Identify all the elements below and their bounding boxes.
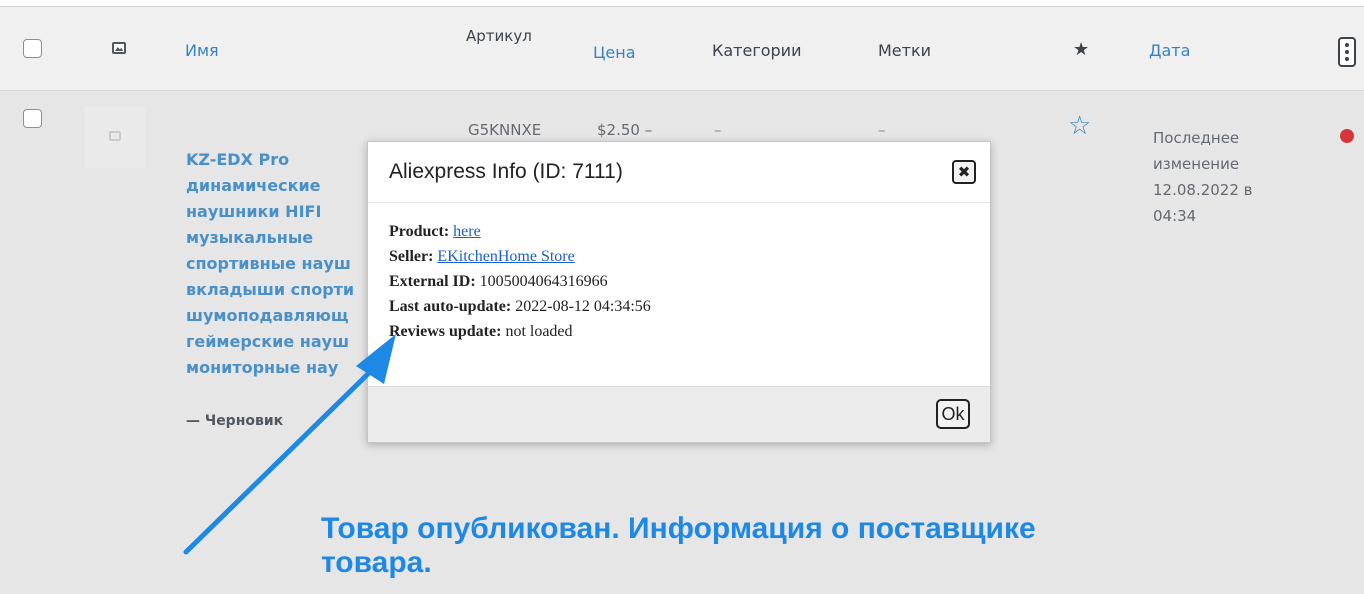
sku-value: G5KNNXE <box>468 121 542 139</box>
close-icon[interactable]: ✖ <box>952 160 976 184</box>
row-checkbox[interactable] <box>23 109 42 128</box>
column-options-icon[interactable] <box>1338 37 1356 67</box>
reviews-line: Reviews update: not loaded <box>389 319 969 344</box>
date-line: изменение <box>1153 155 1240 173</box>
table-header: Имя Артикул Цена Категории Метки ★ Дата <box>0 7 1364 91</box>
placeholder-image-icon <box>109 131 121 141</box>
seller-link[interactable]: EKitchenHome Store <box>437 248 574 265</box>
external-id-value: 1005004064316966 <box>479 273 608 290</box>
star-outline-icon[interactable]: ☆ <box>1068 113 1091 139</box>
external-id-label: External ID: <box>389 273 476 290</box>
seller-label: Seller: <box>389 248 434 265</box>
tags-value: – <box>878 121 886 139</box>
select-all-checkbox[interactable] <box>23 39 42 58</box>
last-update-value: 2022-08-12 04:34:56 <box>515 298 651 315</box>
dialog-footer: Ok <box>368 386 990 442</box>
dialog-header: Aliexpress Info (ID: 7111) ✖ <box>368 142 990 203</box>
reviews-value: not loaded <box>505 323 573 340</box>
column-date[interactable]: Дата <box>1149 41 1190 60</box>
ok-button[interactable]: Ok <box>936 399 970 429</box>
last-update-label: Last auto-update: <box>389 298 512 315</box>
date-value: Последнее изменение 12.08.2022 в 04:34 <box>1153 125 1293 229</box>
dialog-title: Aliexpress Info (ID: 7111) <box>389 160 623 183</box>
product-name-link[interactable]: KZ-EDX Pro динамические наушники HIFI му… <box>186 150 354 377</box>
image-icon <box>112 42 126 54</box>
date-line: 04:34 <box>1153 207 1197 225</box>
draft-status: — Черновик <box>186 413 284 429</box>
column-price[interactable]: Цена <box>593 43 636 62</box>
product-label: Product: <box>389 223 450 240</box>
column-categories: Категории <box>712 41 802 60</box>
product-link[interactable]: here <box>453 223 481 240</box>
date-line: 12.08.2022 в <box>1153 181 1253 199</box>
external-id-line: External ID: 1005004064316966 <box>389 269 969 294</box>
product-thumbnail[interactable] <box>84 106 146 168</box>
column-tags: Метки <box>878 41 932 60</box>
dialog-body: Product: here Seller: EKitchenHome Store… <box>368 203 990 376</box>
reviews-label: Reviews update: <box>389 323 502 340</box>
status-dot-icon[interactable] <box>1340 129 1354 143</box>
annotation-caption: Товар опубликован. Информация о поставщи… <box>321 512 1036 579</box>
categories-value: – <box>714 121 722 139</box>
date-line: Последнее <box>1153 129 1240 147</box>
product-name-block: KZ-EDX Pro динамические наушники HIFI му… <box>186 121 361 434</box>
price-value: $2.50 – <box>597 121 653 139</box>
product-line: Product: here <box>389 219 969 244</box>
column-sku[interactable]: Артикул <box>466 27 532 45</box>
last-update-line: Last auto-update: 2022-08-12 04:34:56 <box>389 294 969 319</box>
aliexpress-info-dialog: Aliexpress Info (ID: 7111) ✖ Product: he… <box>367 141 991 443</box>
column-name[interactable]: Имя <box>185 41 219 60</box>
featured-star-icon[interactable]: ★ <box>1073 39 1089 60</box>
seller-line: Seller: EKitchenHome Store <box>389 244 969 269</box>
